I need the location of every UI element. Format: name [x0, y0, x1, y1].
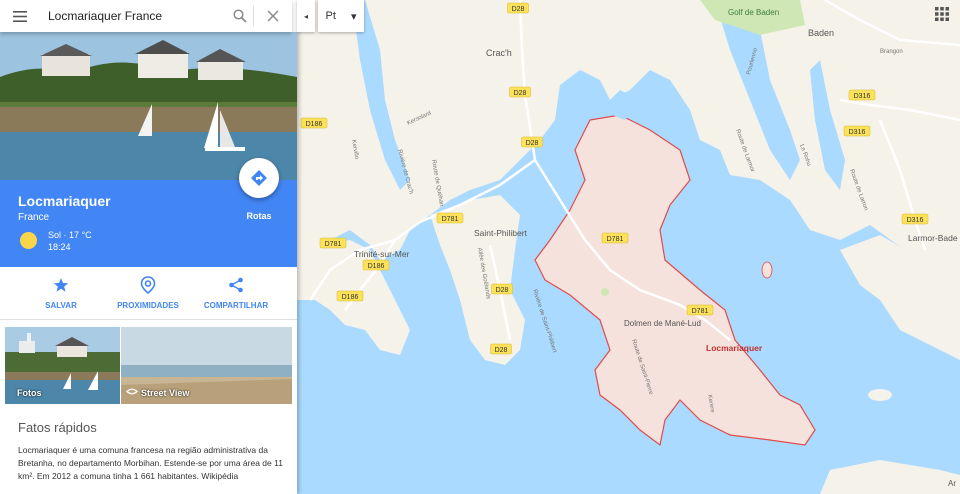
- islet: [868, 389, 892, 401]
- label-saint-philibert: Saint-Philibert: [474, 228, 528, 238]
- road-shield-label: D781: [325, 241, 342, 248]
- share-label: COMPARTILHAR: [203, 301, 269, 310]
- label-dolmen: Dolmen de Mané-Lud: [624, 319, 701, 328]
- quick-facts-title: Fatos rápidos: [18, 420, 97, 435]
- quick-facts-text: Locmariaquer é uma comuna francesa na re…: [18, 445, 283, 481]
- road-shield-label: D186: [368, 263, 385, 270]
- islet: [920, 306, 940, 334]
- street-view-thumbnail[interactable]: Street View: [121, 327, 292, 404]
- road-shield-label: D781: [692, 308, 709, 315]
- road-shield: D28: [491, 283, 513, 295]
- road-shield-label: D28: [496, 287, 509, 294]
- language-value: Pt: [325, 10, 336, 22]
- label-golf: Golf de Baden: [728, 8, 779, 17]
- close-icon[interactable]: [254, 0, 292, 32]
- photo-strip: Fotos Street View: [5, 327, 292, 404]
- label-baden: Baden: [808, 28, 834, 38]
- road-shield: D186: [300, 117, 328, 129]
- language-select[interactable]: Pt ▾: [318, 0, 364, 32]
- photos-thumbnail[interactable]: Fotos: [5, 327, 120, 404]
- place-panel: Locmariaquer France Locmariaquer France …: [0, 0, 297, 494]
- label-crach: Crac'h: [486, 48, 512, 58]
- label-locmariaquer: Locmariaquer: [706, 343, 763, 353]
- road-shield: D781: [319, 237, 347, 249]
- collapse-arrow-icon: ◂: [303, 11, 308, 21]
- road-shield: D316: [848, 89, 876, 101]
- dropdown-arrow-icon: ▾: [350, 10, 357, 23]
- road-shield-label: D781: [442, 216, 459, 223]
- road-shield-label: D316: [854, 93, 871, 100]
- road-shield: D28: [490, 343, 512, 355]
- save-label: SALVAR: [45, 301, 77, 310]
- nearby-label: PROXIMIDADES: [117, 301, 179, 310]
- road-shield: D28: [509, 86, 531, 98]
- road-shield: D781: [686, 304, 714, 316]
- islet: [761, 261, 773, 279]
- road-shield: D28: [521, 136, 543, 148]
- park: [601, 288, 609, 296]
- search-icon[interactable]: [227, 0, 253, 32]
- nearby-button[interactable]: PROXIMIDADES: [103, 275, 193, 310]
- road-shield-label: D316: [907, 217, 924, 224]
- directions-icon: [251, 170, 267, 186]
- search-input[interactable]: Locmariaquer France: [40, 9, 227, 23]
- road-shield-label: D186: [342, 294, 359, 301]
- label-larmor: Larmor-Bade: [908, 233, 958, 243]
- save-button[interactable]: SALVAR: [16, 275, 106, 310]
- road-shield: D781: [601, 232, 629, 244]
- road-shield-label: D28: [495, 347, 508, 354]
- action-bar: SALVAR PROXIMIDADES COMPARTILHAR: [0, 267, 297, 320]
- road-shield-label: D28: [512, 6, 525, 13]
- directions-button[interactable]: [239, 158, 279, 198]
- apps-grid-icon[interactable]: [935, 7, 949, 21]
- label-trinite: Trinité-sur-Mer: [354, 249, 410, 259]
- place-name: Locmariaquer: [18, 193, 111, 209]
- road-shield: D781: [436, 212, 464, 224]
- directions-label[interactable]: Rotas: [235, 211, 283, 221]
- share-button[interactable]: COMPARTILHAR: [191, 275, 281, 310]
- weather-time: 18:24: [48, 242, 71, 252]
- road-shield: D186: [362, 259, 390, 271]
- share-icon: [229, 277, 243, 293]
- road-shield-label: D28: [514, 90, 527, 97]
- weather-text: Sol · 17 °C: [48, 230, 92, 240]
- search-box: Locmariaquer France: [0, 0, 292, 32]
- road-shield: D28: [507, 2, 529, 14]
- sun-icon: [20, 232, 37, 249]
- menu-icon[interactable]: [0, 0, 40, 32]
- road-shield-label: D186: [306, 121, 323, 128]
- street-view-icon: [126, 388, 138, 395]
- label-ar: Ar: [948, 479, 956, 488]
- road-shield: D316: [901, 213, 929, 225]
- collapse-panel-button[interactable]: ◂: [297, 0, 315, 32]
- street-view-label: Street View: [141, 388, 190, 398]
- road-shield-label: D28: [526, 140, 539, 147]
- star-icon: [53, 278, 69, 292]
- road-shield: D186: [336, 290, 364, 302]
- place-country: France: [18, 212, 50, 223]
- road-shield: D316: [843, 125, 871, 137]
- road-shield-label: D316: [849, 129, 866, 136]
- photos-label: Fotos: [17, 388, 42, 398]
- label-street: Brangon: [880, 49, 903, 55]
- weather: Sol · 17 °C 18:24: [48, 229, 92, 253]
- nearby-icon: [140, 276, 156, 294]
- road-shield-label: D781: [607, 236, 624, 243]
